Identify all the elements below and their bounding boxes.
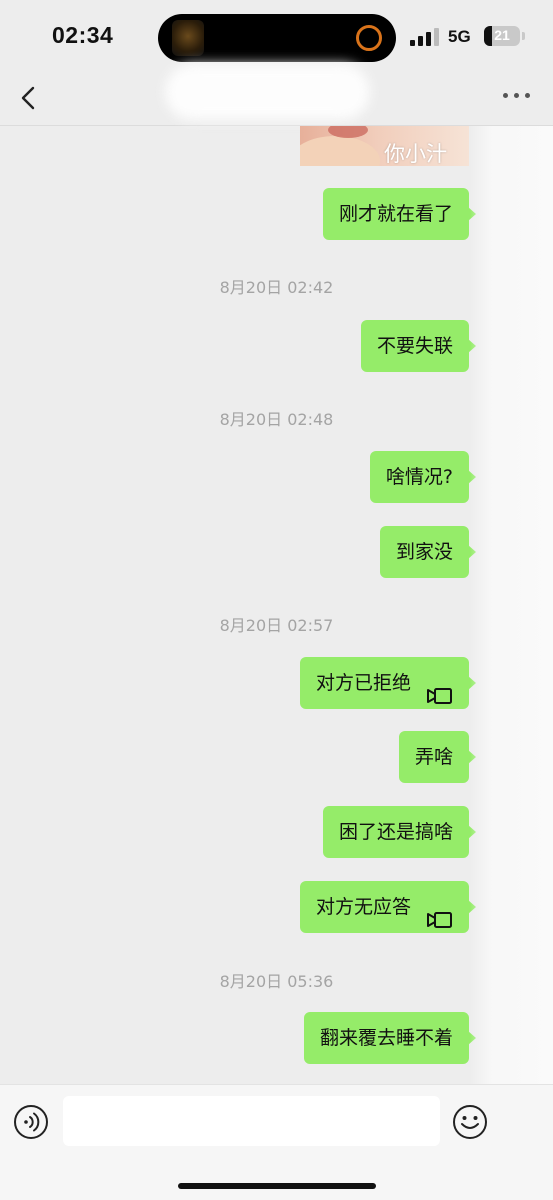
message-input[interactable] bbox=[63, 1096, 440, 1146]
message-list[interactable]: 你小汁 刚才就在看了 8月20日 02:42 不要失联 8月20日 02:48 … bbox=[0, 126, 553, 1084]
message-text: 弄啥 bbox=[414, 746, 453, 768]
chat-header bbox=[0, 64, 553, 126]
message-text: 翻来覆去睡不着 bbox=[319, 1027, 453, 1049]
battery-percent: 21 bbox=[494, 27, 510, 43]
chevron-left-icon bbox=[21, 86, 35, 110]
call-status-text: 对方已拒绝 bbox=[315, 672, 411, 694]
input-bar bbox=[0, 1084, 553, 1200]
message-text: 到家没 bbox=[395, 541, 453, 563]
call-status-text: 对方无应答 bbox=[315, 896, 411, 918]
image-caption: 你小汁 bbox=[384, 142, 447, 166]
message-bubble[interactable]: 翻来覆去睡不着 bbox=[303, 1012, 477, 1064]
battery-nub bbox=[522, 32, 525, 40]
message-timestamp: 8月20日 02:57 bbox=[219, 616, 334, 635]
message-timestamp: 8月20日 02:48 bbox=[219, 410, 334, 429]
message-timestamp: 8月20日 02:42 bbox=[219, 278, 334, 297]
battery-icon: 21 bbox=[484, 26, 520, 46]
dynamic-island bbox=[158, 14, 396, 62]
message-bubble[interactable]: 到家没 bbox=[379, 526, 477, 578]
activity-ring-icon bbox=[356, 25, 382, 51]
call-record-bubble[interactable]: 对方无应答 bbox=[299, 881, 477, 933]
message-text: 不要失联 bbox=[376, 335, 453, 357]
message-bubble[interactable]: 不要失联 bbox=[360, 320, 477, 372]
message-bubble[interactable]: 困了还是搞啥 bbox=[322, 806, 477, 858]
voice-button[interactable] bbox=[13, 1104, 49, 1140]
message-text: 刚才就在看了 bbox=[338, 203, 453, 225]
message-timestamp: 8月20日 05:36 bbox=[219, 972, 334, 991]
message-bubble[interactable]: 啥情况? bbox=[369, 451, 477, 503]
message-text: 困了还是搞啥 bbox=[338, 821, 453, 843]
voice-icon bbox=[14, 1105, 48, 1139]
message-text: 啥情况? bbox=[385, 466, 453, 488]
status-time: 02:34 bbox=[52, 22, 114, 48]
image-message[interactable]: 你小汁 bbox=[300, 126, 469, 166]
emoji-icon bbox=[453, 1105, 487, 1139]
network-type: 5G bbox=[448, 27, 471, 46]
call-record-bubble[interactable]: 对方已拒绝 bbox=[299, 657, 477, 709]
chat-title-redacted bbox=[165, 64, 370, 120]
back-button[interactable] bbox=[14, 82, 44, 114]
status-bar: 02:34 5G 21 bbox=[0, 0, 553, 72]
video-call-icon bbox=[427, 673, 453, 704]
video-call-icon bbox=[427, 897, 453, 928]
message-bubble[interactable]: 刚才就在看了 bbox=[322, 188, 477, 240]
emoji-button[interactable] bbox=[452, 1104, 488, 1140]
more-button[interactable] bbox=[503, 90, 531, 100]
signal-strength-icon bbox=[410, 28, 440, 46]
message-bubble[interactable]: 弄啥 bbox=[398, 731, 477, 783]
image-content bbox=[300, 136, 380, 166]
home-indicator[interactable] bbox=[178, 1183, 376, 1189]
now-playing-artwork bbox=[172, 20, 204, 56]
